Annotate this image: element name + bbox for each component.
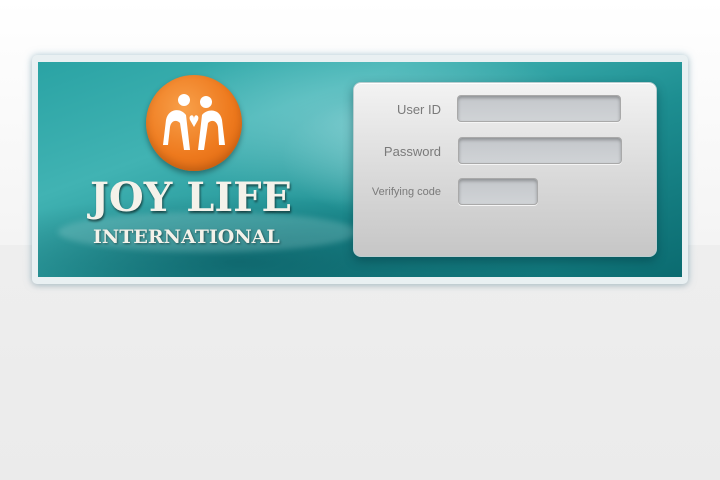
login-panel: User ID Password Verifying code bbox=[353, 82, 657, 257]
brand-subtitle: INTERNATIONAL bbox=[93, 226, 280, 248]
user-id-label: User ID bbox=[396, 102, 441, 117]
login-banner-frame: JOY LIFE INTERNATIONAL User ID Password … bbox=[32, 55, 688, 284]
password-label: Password bbox=[383, 144, 441, 159]
login-page: JOY LIFE INTERNATIONAL User ID Password … bbox=[0, 0, 720, 480]
logo-figures-icon bbox=[163, 94, 225, 150]
password-input[interactable] bbox=[458, 137, 622, 164]
user-id-input[interactable] bbox=[457, 95, 621, 122]
verifying-code-label: Verifying code bbox=[371, 186, 441, 198]
joy-life-logo-icon bbox=[146, 75, 242, 171]
brand-title: JOY LIFE bbox=[90, 174, 292, 221]
login-banner: JOY LIFE INTERNATIONAL User ID Password … bbox=[38, 62, 682, 277]
verifying-code-input[interactable] bbox=[458, 178, 538, 205]
